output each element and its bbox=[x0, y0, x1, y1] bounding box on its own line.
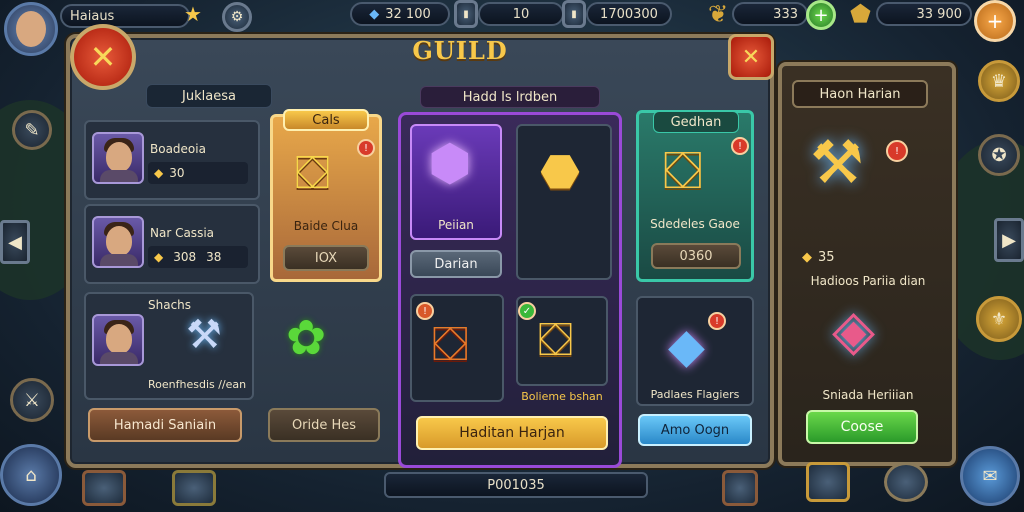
blue-crystal-name: Padlaes Flagiers bbox=[650, 388, 740, 401]
right-header: Haon Harian bbox=[792, 80, 928, 108]
purple-card[interactable]: ⬢ Peiian bbox=[410, 124, 502, 240]
right-action-button[interactable]: Coose bbox=[806, 410, 918, 444]
footer-value: P001035 bbox=[384, 472, 648, 498]
notification-badge: ! bbox=[708, 312, 726, 330]
left-arrow-icon[interactable]: ◀ bbox=[0, 220, 30, 264]
notification-badge: ! bbox=[731, 137, 749, 155]
right-gem-name: Sniada Heriiian bbox=[822, 388, 914, 402]
gem-shield-icon: ⬟ bbox=[850, 0, 871, 28]
cals-card[interactable]: Cals ! ⛋ Baide Clua IOX bbox=[270, 109, 382, 282]
gem-icon: ◆ bbox=[369, 6, 380, 22]
shield-emblem-icon[interactable]: ⚜ bbox=[976, 296, 1022, 342]
stat-center-left: ◆ 32 100 bbox=[350, 2, 450, 26]
mid-action-button[interactable]: Oride Hes bbox=[268, 408, 380, 442]
member-value: ◆ 308 38 bbox=[148, 246, 248, 268]
notification-badge: ! bbox=[357, 139, 375, 157]
avatar bbox=[92, 314, 144, 366]
treasure-chest-icon: ⛋ bbox=[295, 145, 331, 199]
avatar bbox=[92, 132, 144, 184]
member-name: Boadeoia bbox=[150, 142, 206, 156]
add-gems-button[interactable]: + bbox=[974, 0, 1016, 42]
coin-icon: ◆ bbox=[154, 166, 164, 180]
right-price: ◆ 35 bbox=[802, 250, 835, 265]
gedhan-button[interactable]: 0360 bbox=[651, 243, 741, 269]
add-gold-button[interactable]: + bbox=[806, 0, 836, 30]
hammer-icon: ⚒ bbox=[810, 128, 864, 198]
gedhan-name: Sdedeles Gaoe bbox=[650, 217, 740, 231]
right-arrow-icon[interactable]: ▶ bbox=[994, 218, 1024, 262]
bottom-slot[interactable] bbox=[884, 462, 928, 502]
close-right-icon[interactable]: ✕ bbox=[728, 34, 774, 80]
feather-icon[interactable]: ✎ bbox=[12, 110, 52, 150]
bottom-slot[interactable] bbox=[172, 470, 216, 506]
stat-center-mid: 10 bbox=[478, 2, 564, 26]
bottom-slot[interactable] bbox=[722, 470, 758, 506]
gold-lock-icon: ⬣ bbox=[540, 144, 581, 198]
purple-chest-icon: ⬢ bbox=[428, 134, 472, 192]
purple-button[interactable]: Darian bbox=[410, 250, 502, 278]
gold-key-card[interactable]: ⬣ bbox=[516, 124, 612, 280]
blue-crystal-card[interactable]: ! ◆ Padlaes Flagiers bbox=[636, 296, 754, 406]
cals-button[interactable]: IOX bbox=[283, 245, 369, 271]
crystal-icon: ◆ bbox=[668, 318, 705, 374]
gold-chest-card[interactable]: ✓ ⛋ bbox=[516, 296, 608, 386]
star-icon: ★ bbox=[184, 2, 202, 26]
check-badge: ✓ bbox=[518, 302, 536, 320]
home-icon[interactable]: ⌂ bbox=[0, 444, 62, 506]
gold-value: 333 bbox=[732, 2, 808, 26]
sword-icon[interactable]: ⚔ bbox=[10, 378, 54, 422]
center-header: Hadd Is lrdben bbox=[420, 86, 600, 108]
gedhan-tag: Gedhan bbox=[653, 111, 739, 133]
gold-chest-name: Bolieme bshan bbox=[521, 390, 603, 403]
notification-badge: ! bbox=[886, 140, 908, 162]
coin-icon: ◆ bbox=[154, 250, 164, 264]
coin-icon: ◆ bbox=[802, 250, 812, 265]
member-subtext: Roenfhesdis //ean bbox=[148, 378, 247, 391]
trophy-icon[interactable]: ♛ bbox=[978, 60, 1020, 102]
gold-leaf-icon: ❦ bbox=[708, 0, 729, 28]
gold-chest-icon: ⛋ bbox=[538, 312, 574, 366]
shield-slot-left[interactable]: ▮ bbox=[454, 0, 478, 28]
list-item[interactable]: Shachs ⚒ Roenfhesdis //ean bbox=[84, 292, 254, 400]
top-bar: Haiaus ★ ⚙ ◆ 32 100 ▮ 10 ▮ 1700300 ❦ 333… bbox=[0, 0, 1024, 56]
blue-button[interactable]: Amo Oogn bbox=[638, 414, 752, 446]
chat-icon[interactable]: ✉ bbox=[960, 446, 1020, 506]
rune-icon[interactable]: ✪ bbox=[978, 134, 1020, 176]
green-gear-icon[interactable]: ✿ bbox=[286, 310, 326, 366]
wrench-icon: ⚒ bbox=[186, 312, 222, 358]
member-name: Shachs bbox=[148, 298, 192, 312]
stat-center-right: 1700300 bbox=[586, 2, 672, 26]
close-left-icon[interactable]: ✕ bbox=[70, 24, 136, 90]
bottom-slot[interactable] bbox=[806, 462, 850, 502]
cals-name: Baide Clua bbox=[293, 219, 359, 233]
purple-name: Peiian bbox=[438, 218, 474, 232]
gems-value: 33 900 bbox=[876, 2, 972, 26]
left-header: Juklaesa bbox=[146, 84, 272, 108]
gedhan-card[interactable]: Gedhan ! ⛋ Sdedeles Gaoe 0360 bbox=[636, 110, 754, 282]
settings-gear-icon[interactable]: ⚙ bbox=[222, 2, 252, 32]
gem-icon: ◈ bbox=[832, 298, 876, 363]
avatar bbox=[92, 216, 144, 268]
bottom-slot[interactable] bbox=[82, 470, 126, 506]
red-chest-icon: ⛋ bbox=[432, 316, 469, 372]
cals-tag: Cals bbox=[283, 109, 369, 131]
center-action-button[interactable]: Haditan Harjan bbox=[416, 416, 608, 450]
shield-slot-right[interactable]: ▮ bbox=[562, 0, 586, 28]
list-item[interactable]: Nar Cassia ◆ 308 38 bbox=[84, 204, 260, 284]
red-chest-card[interactable]: ! ⛋ bbox=[410, 294, 504, 402]
player-avatar[interactable] bbox=[4, 2, 58, 56]
member-name: Nar Cassia bbox=[150, 226, 215, 240]
gold-chest-icon: ⛋ bbox=[663, 141, 703, 201]
right-name: Hadioos Pariia dian bbox=[810, 274, 926, 288]
member-value: ◆ 30 bbox=[148, 162, 248, 184]
avatar-face-icon bbox=[16, 11, 46, 47]
left-action-button[interactable]: Hamadi Saniain bbox=[88, 408, 242, 442]
list-item[interactable]: Boadeoia ◆ 30 bbox=[84, 120, 260, 200]
player-name: Haiaus bbox=[60, 4, 190, 28]
guild-title: GUILD bbox=[412, 36, 508, 65]
